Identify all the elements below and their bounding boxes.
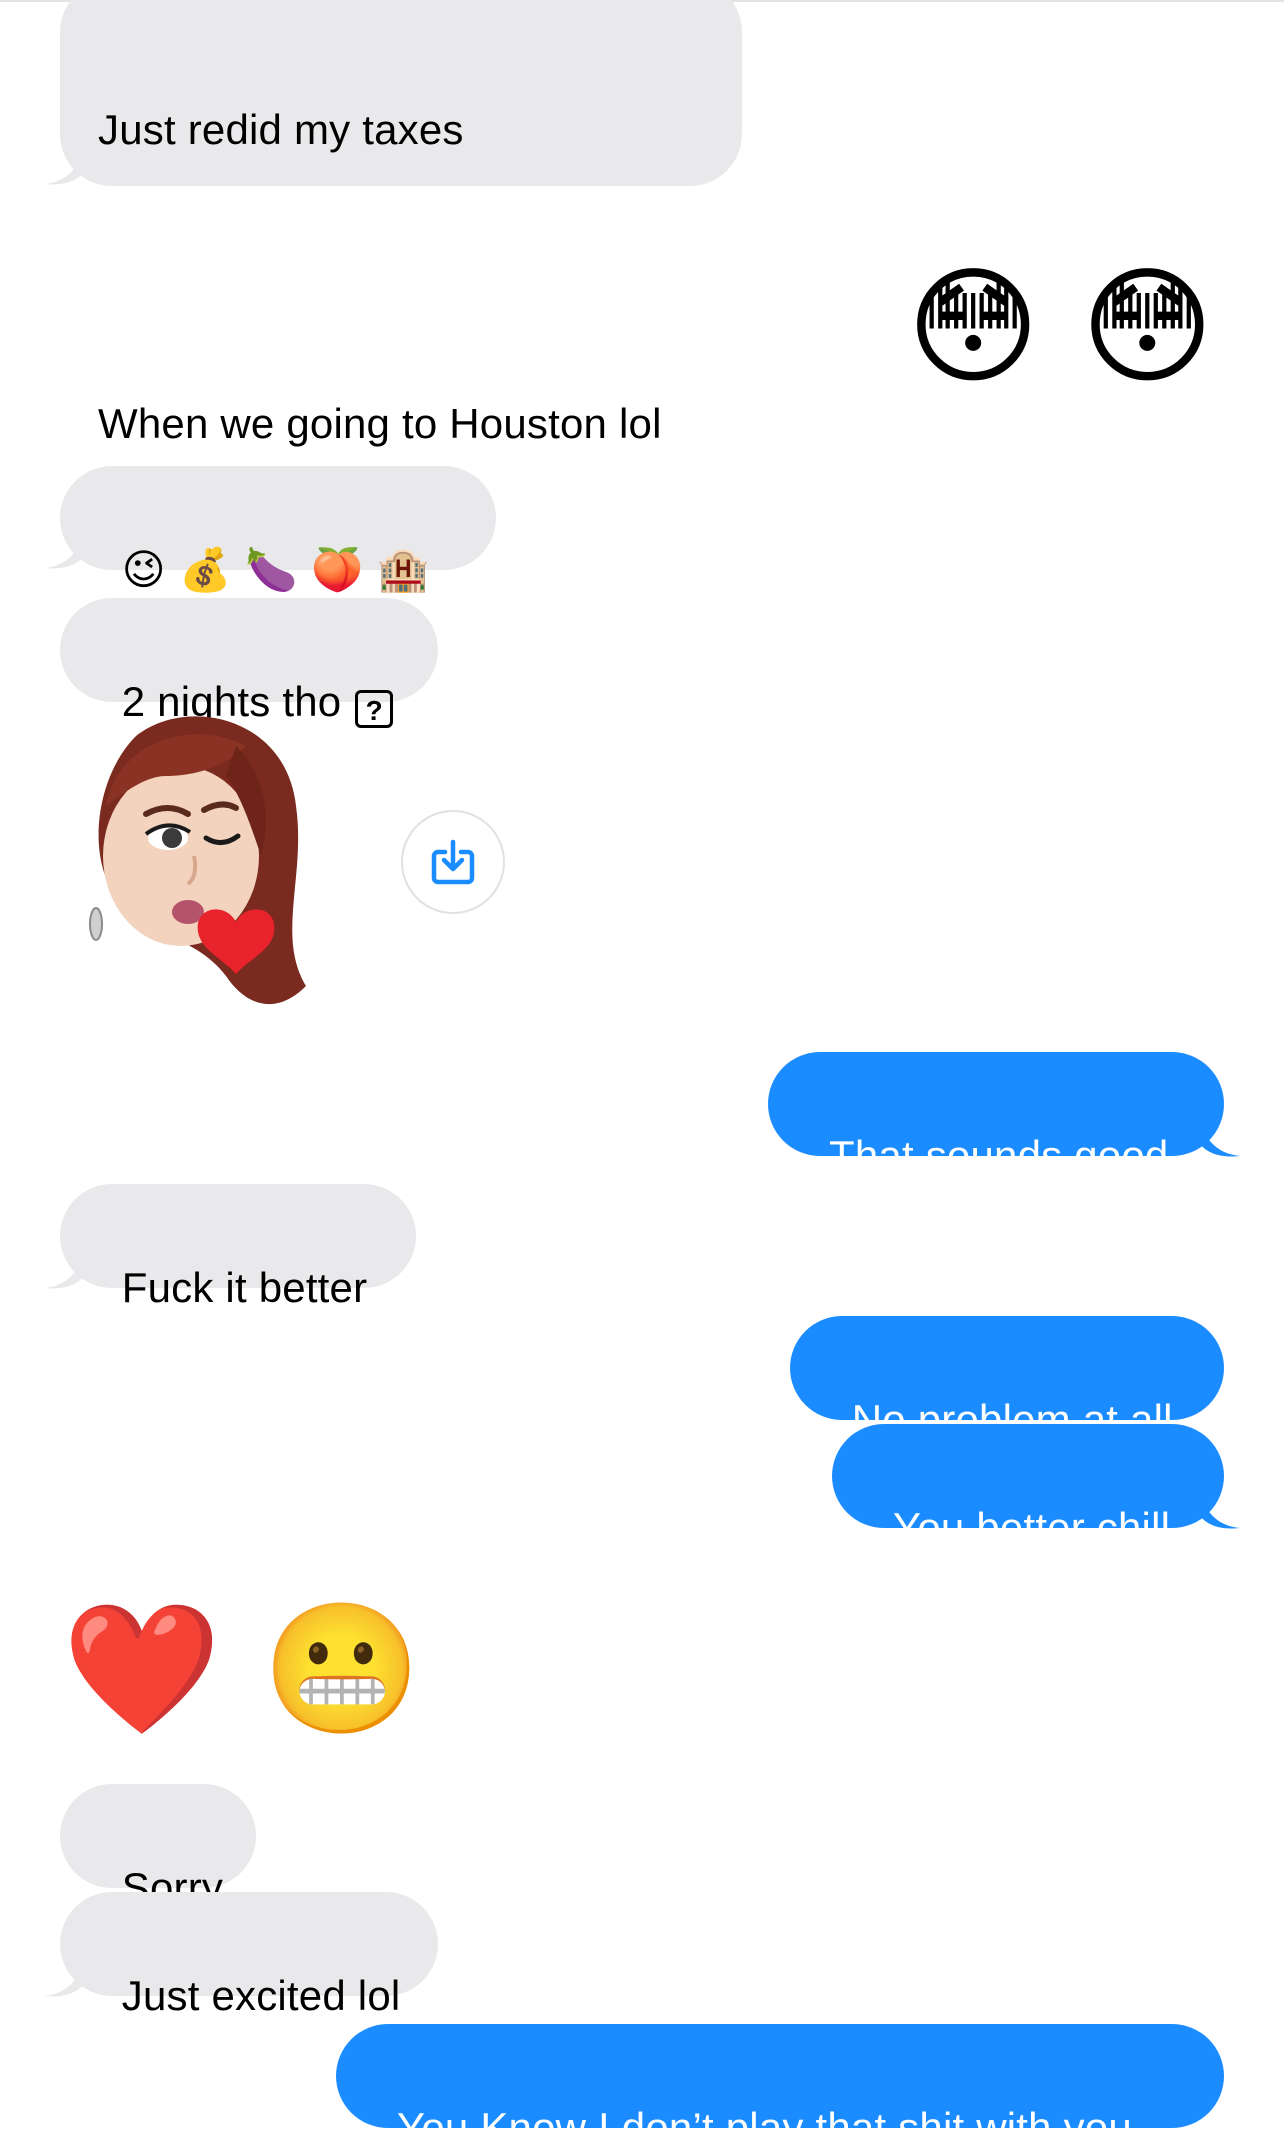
incoming-message[interactable]: Just redid my taxes When we going to Hou… <box>60 0 742 447</box>
message-text: Fuck it better <box>121 1264 368 1311</box>
bubble-tail <box>1200 1118 1240 1157</box>
message-text: Just excited lol <box>121 1972 401 2019</box>
outgoing-message[interactable]: You Know I don’t play that shit with you <box>336 2024 1224 2151</box>
bubble-tail <box>1200 1490 1240 1529</box>
message-line: When we going to Houston lol <box>98 400 662 447</box>
incoming-message[interactable]: Sorry <box>60 1784 256 1911</box>
bubble-tail <box>44 146 84 185</box>
outgoing-message[interactable]: No problem at all <box>790 1316 1224 1443</box>
outgoing-emoji-message[interactable]: 😳 😳 <box>906 258 1214 398</box>
incoming-emoji-message[interactable]: ❤️ 😬 <box>62 1600 421 1740</box>
outgoing-message[interactable]: That sounds good <box>768 1052 1224 1179</box>
bubble-tail <box>44 530 84 569</box>
incoming-message[interactable]: 😉 💰 🍆 🍑 🏨 <box>60 466 496 594</box>
emoji-sequence: 😉 💰 🍆 🍑 🏨 <box>121 545 430 594</box>
save-sticker-button[interactable] <box>401 810 505 914</box>
message-text: That sounds good <box>828 1132 1169 1179</box>
message-line: Just redid my taxes <box>98 106 464 153</box>
message-text: You better chill <box>892 1504 1171 1551</box>
memoji-sticker[interactable] <box>76 706 326 1026</box>
incoming-message[interactable]: Fuck it better <box>60 1184 416 1311</box>
message-text: You Know I don’t play that shit with you <box>396 2104 1132 2151</box>
bubble-tail <box>44 1958 84 1997</box>
incoming-message[interactable]: Just excited lol <box>60 1892 438 2019</box>
unknown-character-icon: ? <box>355 690 394 728</box>
download-icon <box>431 839 475 885</box>
outgoing-message[interactable]: You better chill <box>832 1424 1224 1551</box>
bubble-tail <box>44 1250 84 1289</box>
incoming-message[interactable]: 2 nights tho? <box>60 598 438 728</box>
